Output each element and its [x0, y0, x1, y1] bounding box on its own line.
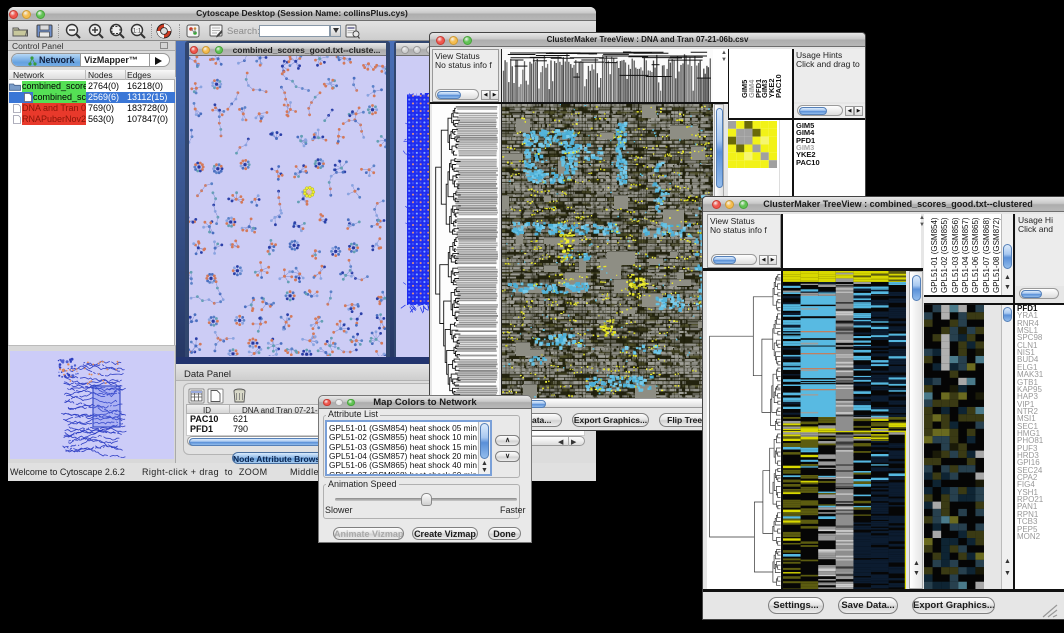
svg-text:1:1: 1:1	[133, 29, 142, 35]
